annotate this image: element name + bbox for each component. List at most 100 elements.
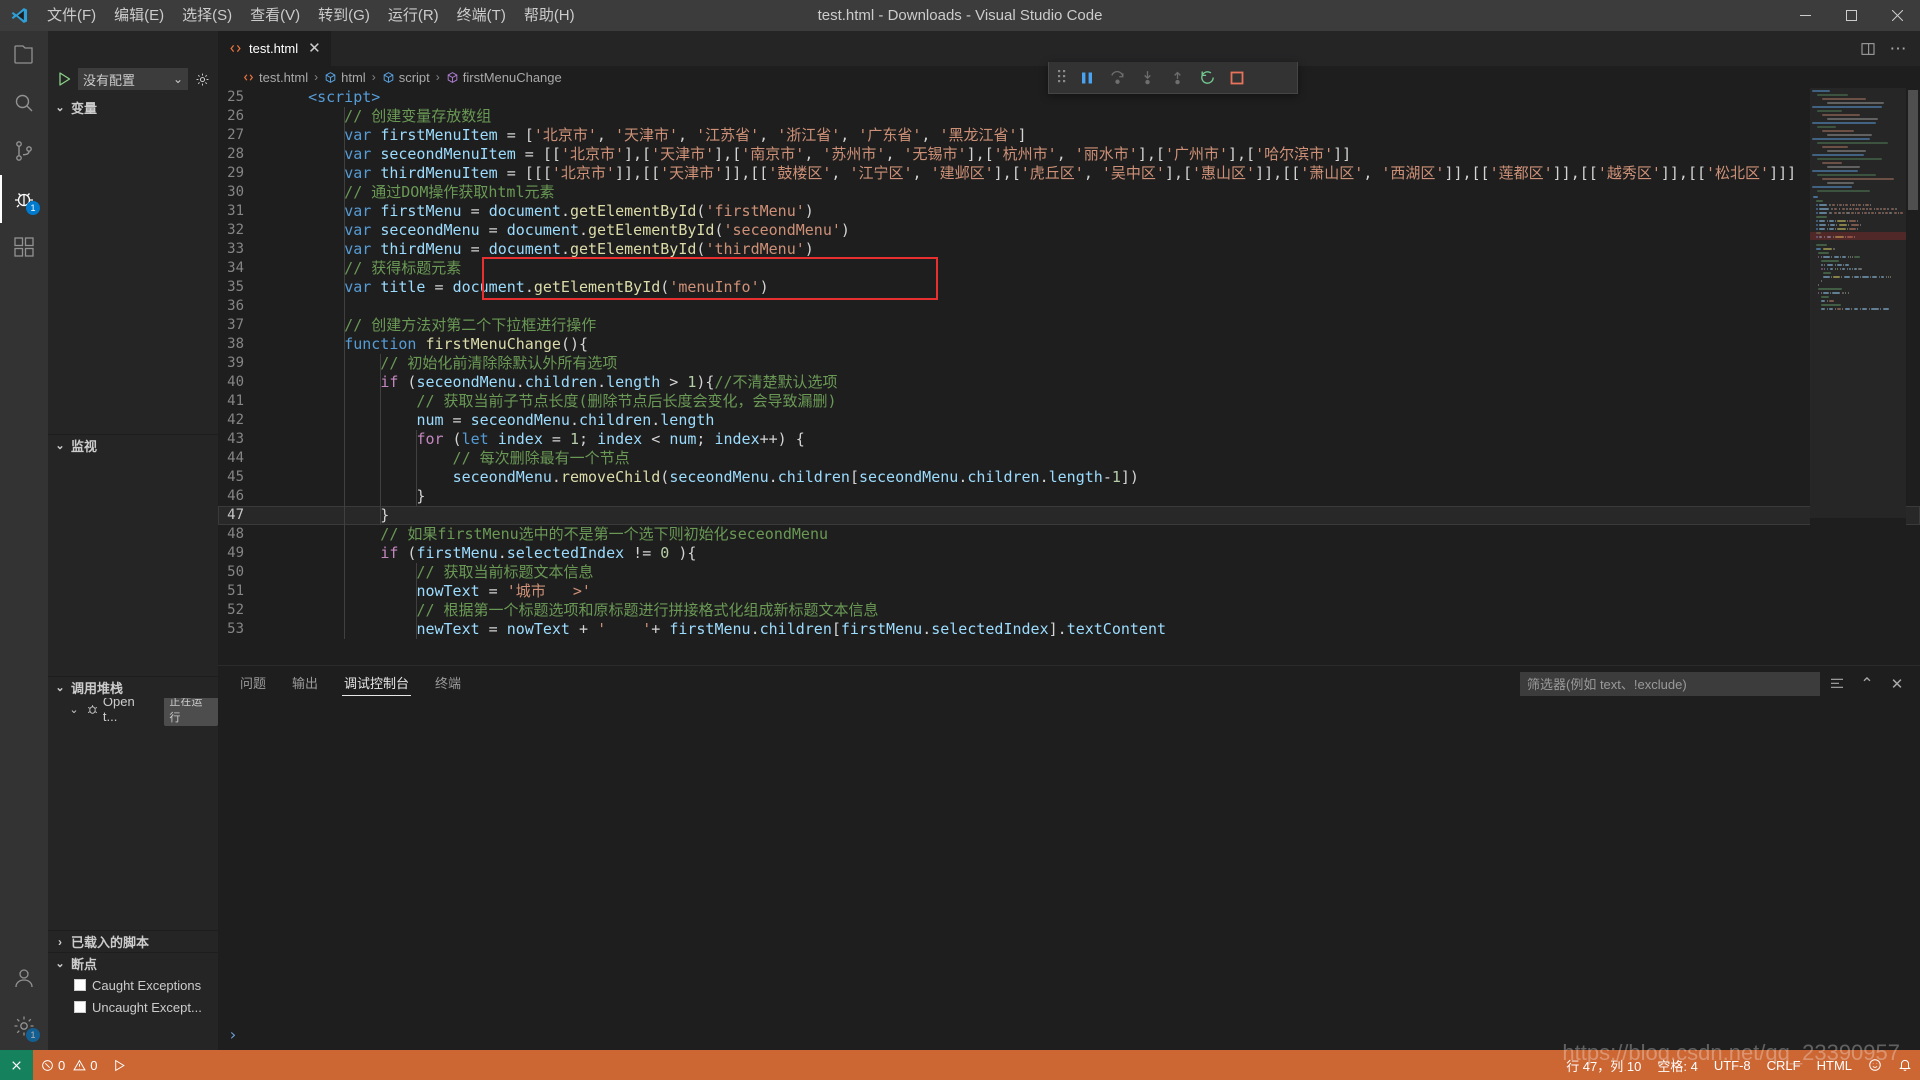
code-line[interactable]: 35 var title = document.getElementById('… xyxy=(218,278,1920,297)
close-panel-icon[interactable]: ✕ xyxy=(1884,671,1910,697)
breadcrumb-file[interactable]: test.html xyxy=(240,70,310,85)
close-button[interactable] xyxy=(1874,0,1920,31)
sidebar-section-variables[interactable]: ⌄ 变量 xyxy=(48,96,218,118)
code-line[interactable]: 44 // 每次删除最有一个节点 xyxy=(218,449,1920,468)
code-line[interactable]: 32 var seceondMenu = document.getElement… xyxy=(218,221,1920,240)
split-editor-icon[interactable] xyxy=(1854,35,1882,63)
sidebar-section-breakpoints[interactable]: ⌄ 断点 xyxy=(48,952,218,974)
editor-vertical-scrollbar[interactable] xyxy=(1906,88,1920,665)
code-line[interactable]: 31 var firstMenu = document.getElementBy… xyxy=(218,202,1920,221)
checkbox-icon[interactable] xyxy=(74,979,86,991)
menu-terminal[interactable]: 终端(T) xyxy=(448,0,515,31)
launch-config-select[interactable]: 没有配置 ⌄ xyxy=(78,68,188,90)
code-line[interactable]: 52 // 根据第一个标题选项和原标题进行拼接格式化组成新标题文本信息 xyxy=(218,601,1920,620)
step-into-icon[interactable] xyxy=(1133,64,1161,92)
maximize-button[interactable] xyxy=(1828,0,1874,31)
problems-indicator[interactable]: 0 0 xyxy=(33,1050,105,1080)
sidebar-section-call-stack[interactable]: ⌄ 调用堆栈 xyxy=(48,676,218,698)
code-line[interactable]: 46 } xyxy=(218,487,1920,506)
console-filter-input[interactable]: 筛选器(例如 text、!exclude) xyxy=(1520,671,1820,696)
activity-manage-settings-icon[interactable]: 1 xyxy=(0,1002,48,1050)
code-line[interactable]: 45 seceondMenu.removeChild(seceondMenu.c… xyxy=(218,468,1920,487)
feedback-smiley-icon[interactable] xyxy=(1860,1050,1890,1080)
code-line[interactable]: 37 // 创建方法对第二个下拉框进行操作 xyxy=(218,316,1920,335)
stop-icon[interactable] xyxy=(1223,64,1251,92)
code-line[interactable]: 43 for (let index = 1; index < num; inde… xyxy=(218,430,1920,449)
code-line[interactable]: 49 if (firstMenu.selectedIndex != 0 ){ xyxy=(218,544,1920,563)
panel-tab-problems[interactable]: 问题 xyxy=(238,666,268,701)
code-line[interactable]: 48 // 如果firstMenu选中的不是第一个选下则初始化seceondMe… xyxy=(218,525,1920,544)
eol-setting[interactable]: CRLF xyxy=(1759,1050,1809,1080)
activity-search-icon[interactable] xyxy=(0,79,48,127)
debug-console-body[interactable]: › xyxy=(218,701,1920,1050)
scrollbar-thumb[interactable] xyxy=(1908,90,1918,210)
code-line[interactable]: 26 // 创建变量存放数组 xyxy=(218,107,1920,126)
sidebar-section-watch[interactable]: ⌄ 监视 xyxy=(48,434,218,456)
activity-explorer-icon[interactable] xyxy=(0,31,48,79)
code-line[interactable]: 47 } xyxy=(218,506,1920,525)
code-line[interactable]: 30 // 通过DOM操作获取html元素 xyxy=(218,183,1920,202)
code-line[interactable]: 51 nowText = '城市 >' xyxy=(218,582,1920,601)
breadcrumb-method[interactable]: firstMenuChange xyxy=(444,70,564,85)
panel-tab-output[interactable]: 输出 xyxy=(290,666,320,701)
code-lines[interactable]: 25 <script> 26 // 创建变量存放数组 27 var firstMen… xyxy=(218,88,1920,665)
code-line[interactable]: 33 var thirdMenu = document.getElementBy… xyxy=(218,240,1920,259)
tab-test-html[interactable]: test.html ✕ xyxy=(218,31,332,66)
remote-host-indicator[interactable] xyxy=(0,1050,33,1080)
code-line[interactable]: 36 xyxy=(218,297,1920,316)
cursor-position[interactable]: 行 47，列 10 xyxy=(1558,1050,1649,1080)
menu-run[interactable]: 运行(R) xyxy=(379,0,448,31)
close-icon[interactable]: ✕ xyxy=(308,41,321,56)
breadcrumb-script[interactable]: script xyxy=(380,70,432,85)
debug-toolbar[interactable] xyxy=(1048,62,1298,94)
menu-file[interactable]: 文件(F) xyxy=(38,0,105,31)
breadcrumb-html[interactable]: html xyxy=(322,70,368,85)
pause-icon[interactable] xyxy=(1073,64,1101,92)
code-line[interactable]: 42 num = seceondMenu.children.length xyxy=(218,411,1920,430)
panel-tab-debug-console[interactable]: 调试控制台 xyxy=(342,666,412,701)
notifications-bell-icon[interactable] xyxy=(1890,1050,1920,1080)
encoding-setting[interactable]: UTF-8 xyxy=(1706,1050,1759,1080)
language-mode[interactable]: HTML xyxy=(1809,1050,1860,1080)
code-line[interactable]: 41 // 获取当前子节点长度(删除节点后长度会变化，会导致漏删) xyxy=(218,392,1920,411)
code-editor[interactable]: 25 <script> 26 // 创建变量存放数组 27 var firstMen… xyxy=(218,88,1920,665)
minimap-slider[interactable] xyxy=(1810,88,1906,518)
restart-icon[interactable] xyxy=(1193,64,1221,92)
activity-source-control-icon[interactable] xyxy=(0,127,48,175)
code-line[interactable]: 53 newText = nowText + ' '+ firstMenu.ch… xyxy=(218,620,1920,639)
code-line[interactable]: 40 if (seceondMenu.children.length > 1){… xyxy=(218,373,1920,392)
debug-console-prompt[interactable]: › xyxy=(228,1025,238,1044)
code-line[interactable]: 50 // 获取当前标题文本信息 xyxy=(218,563,1920,582)
checkbox-icon[interactable] xyxy=(74,1001,86,1013)
code-line[interactable]: 34 // 获得标题元素 xyxy=(218,259,1920,278)
indentation-setting[interactable]: 空格: 4 xyxy=(1649,1050,1705,1080)
menu-selection[interactable]: 选择(S) xyxy=(173,0,241,31)
breakpoint-caught-exceptions[interactable]: Caught Exceptions xyxy=(48,974,218,996)
chevron-up-icon[interactable]: ⌃ xyxy=(1854,671,1880,697)
more-actions-icon[interactable]: ⋯ xyxy=(1884,35,1912,63)
step-out-icon[interactable] xyxy=(1163,64,1191,92)
clear-console-icon[interactable] xyxy=(1824,671,1850,697)
menu-view[interactable]: 查看(V) xyxy=(241,0,309,31)
panel-tab-terminal[interactable]: 终端 xyxy=(433,666,463,701)
code-line[interactable]: 28 var seceondMenuItem = [['北京市'],['天津市'… xyxy=(218,145,1920,164)
debug-status-indicator[interactable] xyxy=(105,1050,134,1080)
menu-go[interactable]: 转到(G) xyxy=(309,0,379,31)
activity-extensions-icon[interactable] xyxy=(0,223,48,271)
menu-edit[interactable]: 编辑(E) xyxy=(105,0,173,31)
code-line[interactable]: 27 var firstMenuItem = ['北京市', '天津市', '江… xyxy=(218,126,1920,145)
drag-handle-icon[interactable] xyxy=(1053,69,1071,87)
minimize-button[interactable] xyxy=(1782,0,1828,31)
code-line[interactable]: 38 function firstMenuChange(){ xyxy=(218,335,1920,354)
open-launch-json-gear-icon[interactable] xyxy=(192,72,212,87)
step-over-icon[interactable] xyxy=(1103,64,1131,92)
menu-help[interactable]: 帮助(H) xyxy=(515,0,584,31)
activity-accounts-icon[interactable] xyxy=(0,954,48,1002)
start-debugging-button[interactable] xyxy=(54,68,74,90)
minimap[interactable] xyxy=(1810,88,1906,665)
sidebar-section-loaded-scripts[interactable]: › 已载入的脚本 xyxy=(48,930,218,952)
call-stack-session-row[interactable]: ⌄ Open t... 正在运行 xyxy=(48,698,218,726)
code-line[interactable]: 39 // 初始化前清除除默认外所有选项 xyxy=(218,354,1920,373)
activity-run-and-debug-icon[interactable]: 1 xyxy=(0,175,48,223)
code-line[interactable]: 29 var thirdMenuItem = [[['北京市']],[['天津市… xyxy=(218,164,1920,183)
